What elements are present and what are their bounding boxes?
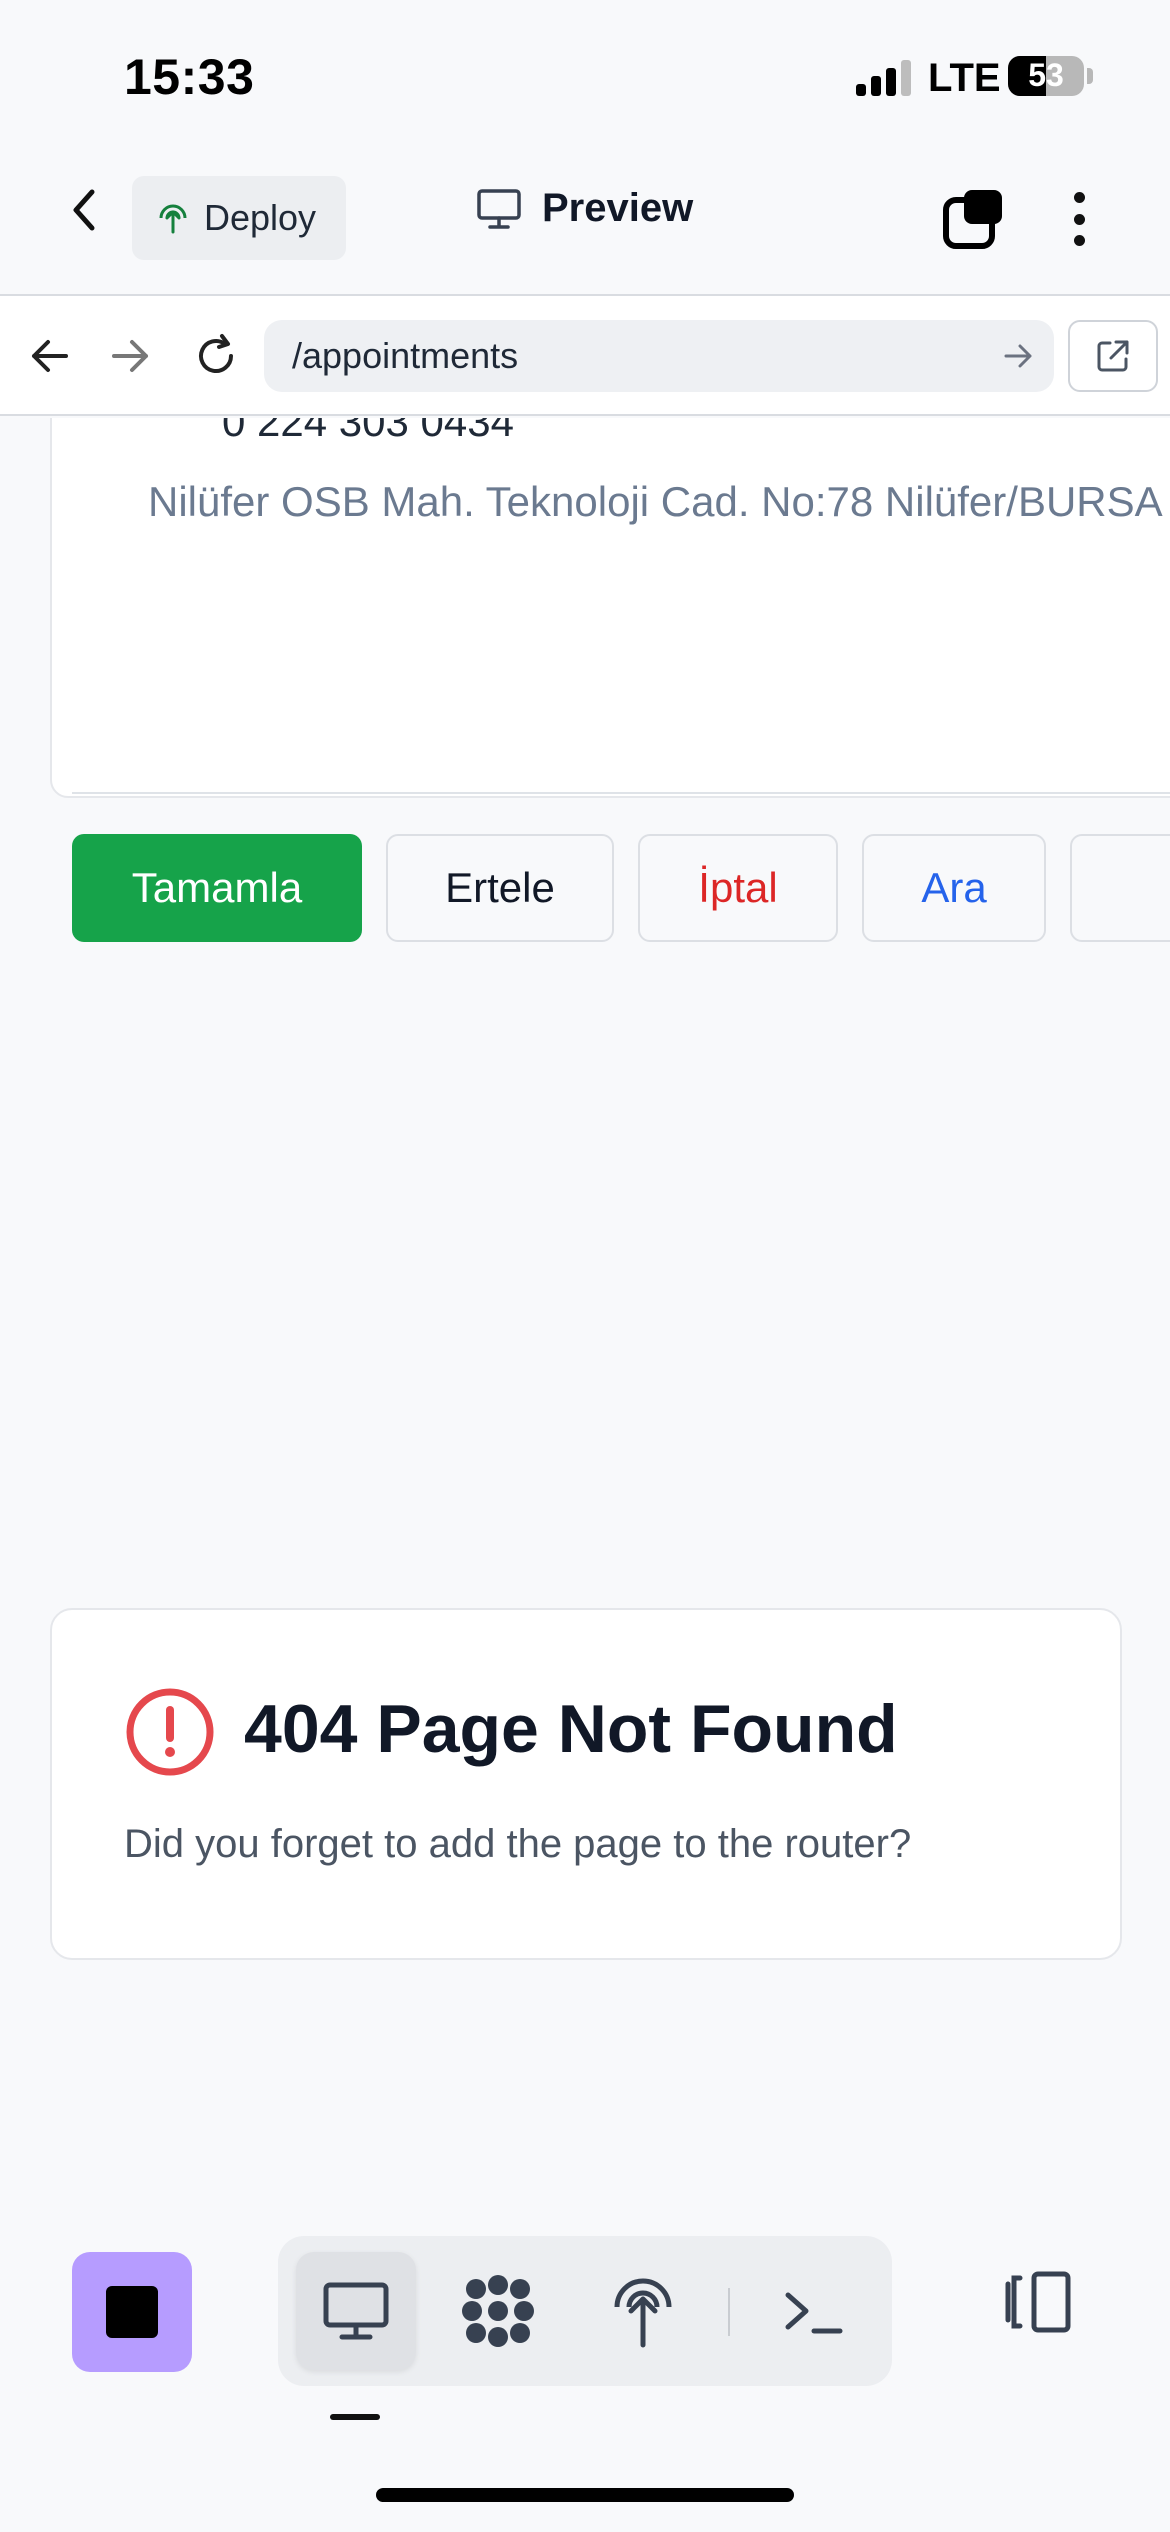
url-field[interactable]: /appointments	[264, 320, 1054, 392]
browser-toolbar: /appointments	[0, 296, 1170, 416]
tabs-button[interactable]	[940, 186, 1006, 252]
more-options-button[interactable]	[1064, 186, 1094, 252]
terminal-icon	[785, 2292, 843, 2334]
cancel-button[interactable]: İptal	[638, 834, 838, 942]
deploy-tool[interactable]	[583, 2252, 703, 2370]
network-type: LTE	[928, 56, 1001, 100]
url-text: /appointments	[292, 335, 519, 376]
workspace-tool[interactable]	[438, 2252, 558, 2370]
layout-toggle-button[interactable]	[998, 2262, 1078, 2342]
error-card: 404 Page Not Found Did you forget to add…	[50, 1608, 1122, 1960]
desktop-icon	[323, 2282, 389, 2340]
postpone-button[interactable]: Ertele	[386, 834, 614, 942]
phone-number: 0 224 303 0434	[222, 418, 514, 445]
status-bar: 15:33 LTE 53	[0, 0, 1170, 150]
nav-forward-icon[interactable]	[100, 326, 160, 386]
arrow-right-icon[interactable]	[1000, 338, 1036, 374]
toolbar-separator	[728, 2288, 730, 2336]
preview-title: Preview	[476, 186, 693, 231]
appointment-actions: Tamamla Ertele İptal Ara	[72, 834, 1170, 942]
appointment-card: 0 224 303 0434 Nilüfer OSB Mah. Teknoloj…	[50, 418, 1170, 798]
monitor-icon	[477, 188, 521, 229]
deploy-label: Deploy	[204, 197, 317, 238]
preview-label: Preview	[542, 186, 694, 230]
deploy-icon	[614, 2278, 672, 2348]
battery-level: 53	[1028, 57, 1064, 93]
active-tab-indicator	[330, 2414, 380, 2420]
battery-icon: 53	[1008, 56, 1084, 96]
battery-tip	[1087, 68, 1093, 84]
divider	[72, 792, 1170, 794]
open-external-button[interactable]	[1068, 320, 1158, 392]
terminal-tool[interactable]	[754, 2252, 874, 2370]
back-button[interactable]	[56, 180, 116, 240]
external-link-icon	[1097, 340, 1129, 372]
bottom-toolbar	[0, 2218, 1170, 2532]
deploy-button[interactable]: Deploy	[132, 176, 346, 260]
call-button[interactable]: Ara	[862, 834, 1046, 942]
more-action-button[interactable]	[1070, 834, 1170, 942]
error-title: 404 Page Not Found	[244, 1691, 898, 1767]
layout-toggle-icon	[1005, 2271, 1071, 2333]
app-header: Deploy Preview	[0, 150, 1170, 296]
reload-icon[interactable]	[186, 326, 246, 386]
signal-icon	[856, 60, 912, 96]
deploy-icon	[159, 204, 187, 234]
alert-circle-icon	[126, 1688, 214, 1776]
error-description: Did you forget to add the page to the ro…	[124, 1822, 912, 1866]
tabs-icon	[943, 190, 1002, 249]
nav-back-icon[interactable]	[20, 326, 80, 386]
desktop-tool[interactable]	[296, 2252, 416, 2370]
chevron-left-icon	[73, 189, 95, 231]
home-indicator	[376, 2488, 794, 2502]
complete-button[interactable]: Tamamla	[72, 834, 362, 942]
stop-button[interactable]	[72, 2252, 192, 2372]
status-time: 15:33	[124, 49, 255, 105]
stop-icon	[106, 2286, 158, 2338]
address: Nilüfer OSB Mah. Teknoloji Cad. No:78 Ni…	[148, 478, 1163, 525]
tool-group	[278, 2236, 892, 2386]
workspace-icon	[462, 2275, 534, 2347]
preview-content: 0 224 303 0434 Nilüfer OSB Mah. Teknoloj…	[0, 418, 1170, 2218]
